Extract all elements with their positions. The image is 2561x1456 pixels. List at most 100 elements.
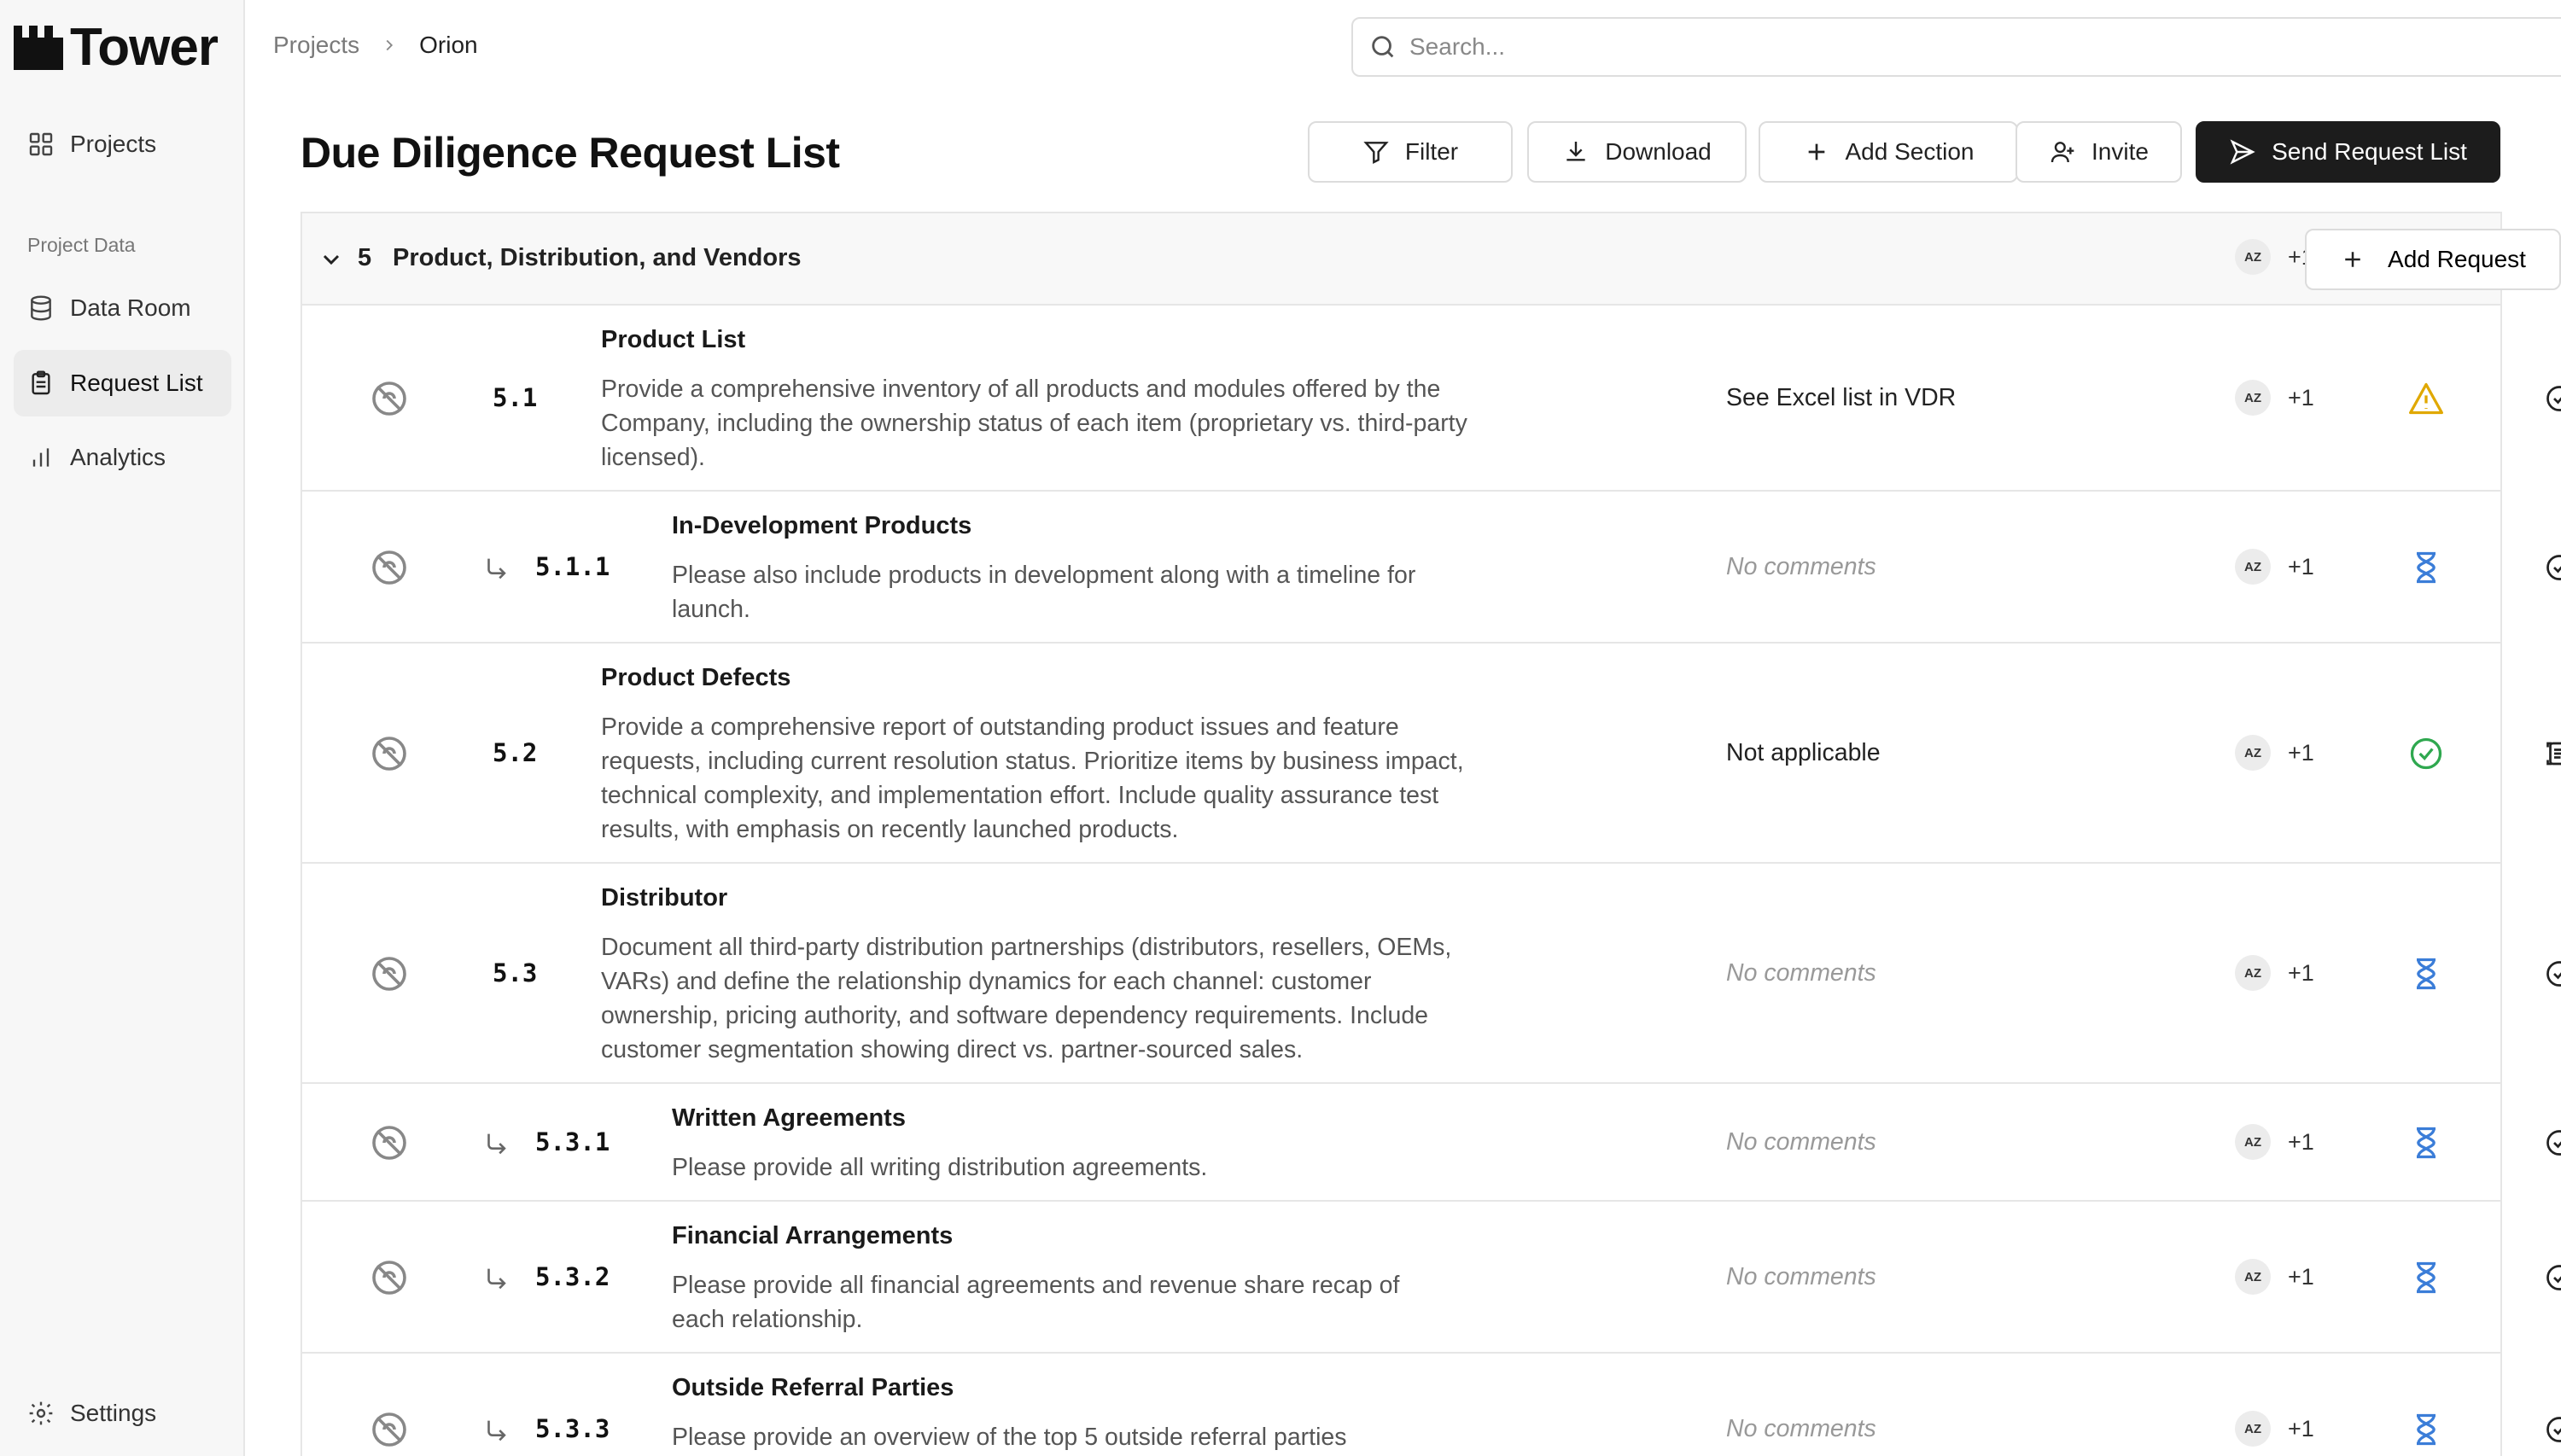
not-applicable-icon (372, 737, 406, 771)
not-applicable-icon (372, 550, 406, 585)
request-title: Written Agreements (672, 1104, 906, 1132)
not-applicable-icon (372, 1412, 406, 1447)
warning-icon (2409, 382, 2443, 415)
request-comment[interactable]: No comments (1726, 1415, 1876, 1443)
assignee-more-count: +1 (2288, 739, 2314, 766)
check-circle-icon[interactable] (2544, 958, 2561, 989)
request-comment[interactable]: No comments (1726, 1263, 1876, 1291)
check-circle-icon[interactable] (2544, 1414, 2561, 1445)
filter-button[interactable]: Filter (1308, 121, 1513, 183)
assignee-more-count: +1 (2288, 1415, 2314, 1441)
gear-icon (29, 1401, 53, 1425)
request-title: Outside Referral Parties (672, 1374, 954, 1401)
send-icon (2230, 139, 2255, 165)
filter-icon (1363, 142, 1389, 164)
request-comment[interactable]: Not applicable (1726, 739, 1881, 767)
document-scan-icon[interactable] (2544, 738, 2561, 769)
invite-button[interactable]: Invite (2016, 121, 2182, 183)
subitem-arrow-icon (487, 558, 506, 579)
sidebar-item-label: Settings (70, 1400, 157, 1426)
assignee-more-count: +1 (2288, 553, 2314, 579)
request-number: 5.3.2 (535, 1262, 610, 1291)
search-input[interactable] (1409, 33, 2561, 61)
search-bar[interactable] (1351, 17, 2561, 77)
download-button[interactable]: Download (1527, 121, 1747, 183)
request-row[interactable]: 5.3.3 Outside Referral Parties Please prov… (302, 1354, 2561, 1456)
request-description: Document all third-party distribution pa… (601, 934, 1452, 1063)
request-comment[interactable]: No comments (1726, 959, 1876, 987)
subitem-arrow-icon (487, 1268, 506, 1290)
sidebar-item-projects[interactable]: Projects (14, 111, 231, 178)
assignee-avatar: AZ (2235, 380, 2271, 416)
sidebar-item-label: Analytics (70, 444, 166, 470)
request-row[interactable]: 5.3.1 Written Agreements Please provide al… (302, 1084, 2561, 1202)
assignee-more-count: +1 (2288, 1263, 2314, 1290)
request-row[interactable]: 5.3.2 Financial Arrangements Please provid… (302, 1202, 2561, 1354)
request-row[interactable]: 5.1.1 In-Development Products Please also … (302, 492, 2561, 644)
download-icon (1566, 142, 1585, 161)
sidebar-item-label: Projects (70, 131, 157, 157)
request-number: 5.3.1 (535, 1127, 610, 1156)
filter-button-label: Filter (1404, 138, 1459, 165)
request-description: Provide a comprehensive inventory of all… (601, 376, 1467, 471)
main-content: Projects Orion AZ Due Diligence Request … (245, 0, 2561, 1456)
request-description: Please provide an overview of the top 5 … (672, 1424, 1347, 1451)
assignee-avatar: AZ (2235, 1124, 2271, 1160)
request-assignees[interactable]: AZ +1 (2235, 1411, 2314, 1447)
download-button-label: Download (1605, 138, 1712, 165)
request-assignees[interactable]: AZ +1 (2235, 955, 2314, 991)
add-section-button[interactable]: Add Section (1759, 121, 2018, 183)
page-title: Due Diligence Request List (300, 129, 840, 177)
request-assignees[interactable]: AZ +1 (2235, 1124, 2314, 1160)
check-circle-icon[interactable] (2544, 552, 2561, 583)
request-assignees[interactable]: AZ +1 (2235, 735, 2314, 771)
assignee-more-count: +1 (2288, 1128, 2314, 1155)
section-assignees[interactable]: AZ +1 (2235, 239, 2314, 275)
assignee-avatar: AZ (2235, 549, 2271, 585)
request-comment[interactable]: No comments (1726, 1128, 1876, 1156)
request-row[interactable]: 5.3 Distributor Document all third-party d… (302, 864, 2561, 1084)
request-title: Financial Arrangements (672, 1222, 954, 1249)
sidebar-item-request-list[interactable]: Request List (14, 350, 231, 416)
section-row[interactable]: 5 Product, Distribution, and Vendors AZ … (302, 213, 2561, 306)
add-user-icon (2051, 142, 2074, 163)
not-applicable-icon (372, 1126, 406, 1160)
request-number: 5.3 (493, 958, 538, 987)
not-applicable-icon (372, 957, 406, 991)
section-number: 5 (358, 244, 372, 271)
clipboard-icon (32, 370, 50, 395)
check-circle-icon[interactable] (2544, 1262, 2561, 1293)
request-assignees[interactable]: AZ +1 (2235, 549, 2314, 585)
subitem-arrow-icon (487, 1420, 506, 1441)
request-assignees[interactable]: AZ +1 (2235, 380, 2314, 416)
sidebar-item-analytics[interactable]: Analytics (14, 424, 231, 491)
request-description: Please provide all financial agreements … (672, 1272, 1400, 1333)
request-table: 5 Product, Distribution, and Vendors AZ … (300, 212, 2561, 1456)
request-row[interactable]: 5.2 Product Defects Provide a comprehensiv… (302, 644, 2561, 864)
request-comment[interactable]: See Excel list in VDR (1726, 384, 1956, 412)
request-number: 5.1.1 (535, 552, 610, 581)
assignee-avatar: AZ (2235, 955, 2271, 991)
assignee-more-count: +1 (2288, 384, 2314, 411)
request-row[interactable]: 5.1 Product List Provide a comprehensive i… (302, 306, 2561, 492)
request-comment[interactable]: No comments (1726, 553, 1876, 581)
chevron-down-icon[interactable] (318, 246, 345, 273)
sidebar-item-settings[interactable]: Settings (14, 1380, 231, 1447)
request-title: Product List (601, 326, 746, 353)
send-request-list-button[interactable]: Send Request List (2196, 121, 2500, 183)
hourglass-icon (2417, 1127, 2436, 1159)
sidebar-item-data-room[interactable]: Data Room (14, 275, 231, 341)
request-assignees[interactable]: AZ +1 (2235, 1259, 2314, 1295)
check-circle-icon[interactable] (2544, 1127, 2561, 1158)
database-icon (31, 295, 51, 321)
sidebar-item-label: Request List (70, 370, 203, 396)
add-request-button[interactable]: Add Request (2305, 229, 2561, 290)
not-applicable-icon (372, 381, 406, 416)
assignee-avatar: AZ (2235, 1259, 2271, 1295)
breadcrumb-projects[interactable]: Projects (273, 32, 359, 59)
bar-chart-icon (32, 448, 50, 467)
tower-logo[interactable]: Tower (14, 17, 219, 78)
invite-button-label: Invite (2091, 138, 2149, 165)
request-description: Please also include products in developm… (672, 562, 1416, 623)
check-circle-icon[interactable] (2544, 383, 2561, 414)
